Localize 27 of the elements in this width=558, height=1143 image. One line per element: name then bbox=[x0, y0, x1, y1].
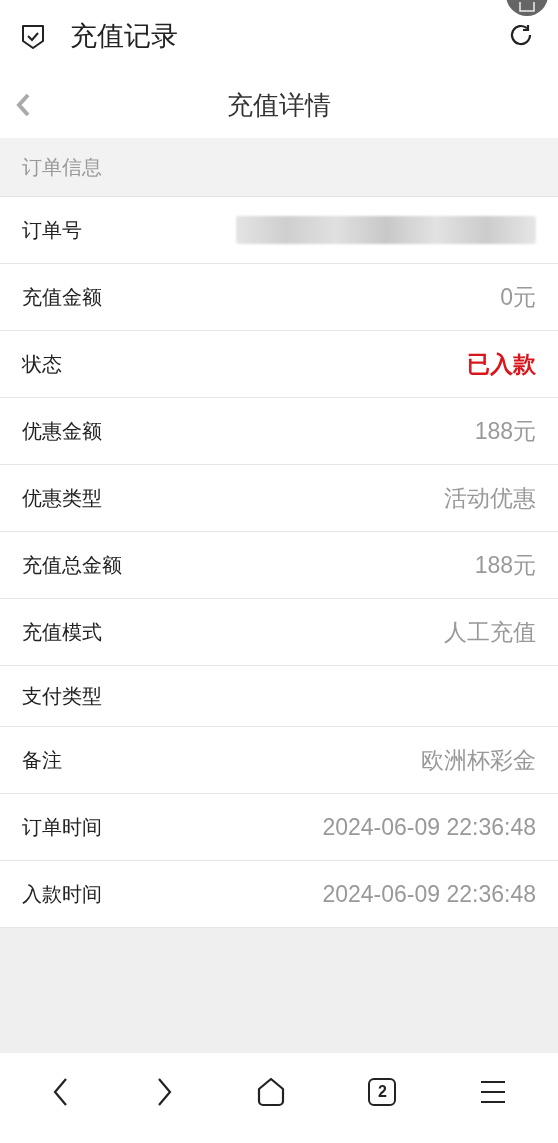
field-label: 优惠类型 bbox=[22, 486, 102, 511]
page-title: 充值详情 bbox=[227, 88, 331, 122]
field-label: 状态 bbox=[22, 352, 62, 377]
field-value: 2024-06-09 22:36:48 bbox=[322, 879, 536, 909]
status-value: 已入款 bbox=[467, 349, 536, 379]
home-icon[interactable] bbox=[255, 1077, 286, 1107]
field-label: 订单时间 bbox=[22, 815, 102, 840]
field-label: 充值金额 bbox=[22, 285, 102, 310]
field-value: 188元 bbox=[474, 550, 536, 580]
menu-icon[interactable] bbox=[478, 1079, 507, 1105]
field-value: 0元 bbox=[500, 282, 536, 312]
field-value: 人工充值 bbox=[444, 617, 536, 647]
field-label: 订单号 bbox=[22, 218, 82, 243]
field-label: 备注 bbox=[22, 748, 62, 773]
field-label: 充值模式 bbox=[22, 620, 102, 645]
field-label: 充值总金额 bbox=[22, 553, 122, 578]
field-value: 活动优惠 bbox=[444, 483, 536, 513]
field-value: 欧洲杯彩金 bbox=[421, 745, 536, 775]
field-label: 入款时间 bbox=[22, 882, 102, 907]
field-value: 188元 bbox=[474, 416, 536, 446]
field-label: 支付类型 bbox=[22, 684, 102, 709]
section-title: 订单信息 bbox=[22, 155, 102, 180]
app-title: 充值记录 bbox=[70, 19, 178, 53]
tabs-button[interactable]: 2 bbox=[368, 1078, 397, 1106]
field-label: 优惠金额 bbox=[22, 419, 102, 444]
shield-check-icon bbox=[20, 22, 46, 50]
field-value: 2024-06-09 22:36:48 bbox=[322, 812, 536, 842]
